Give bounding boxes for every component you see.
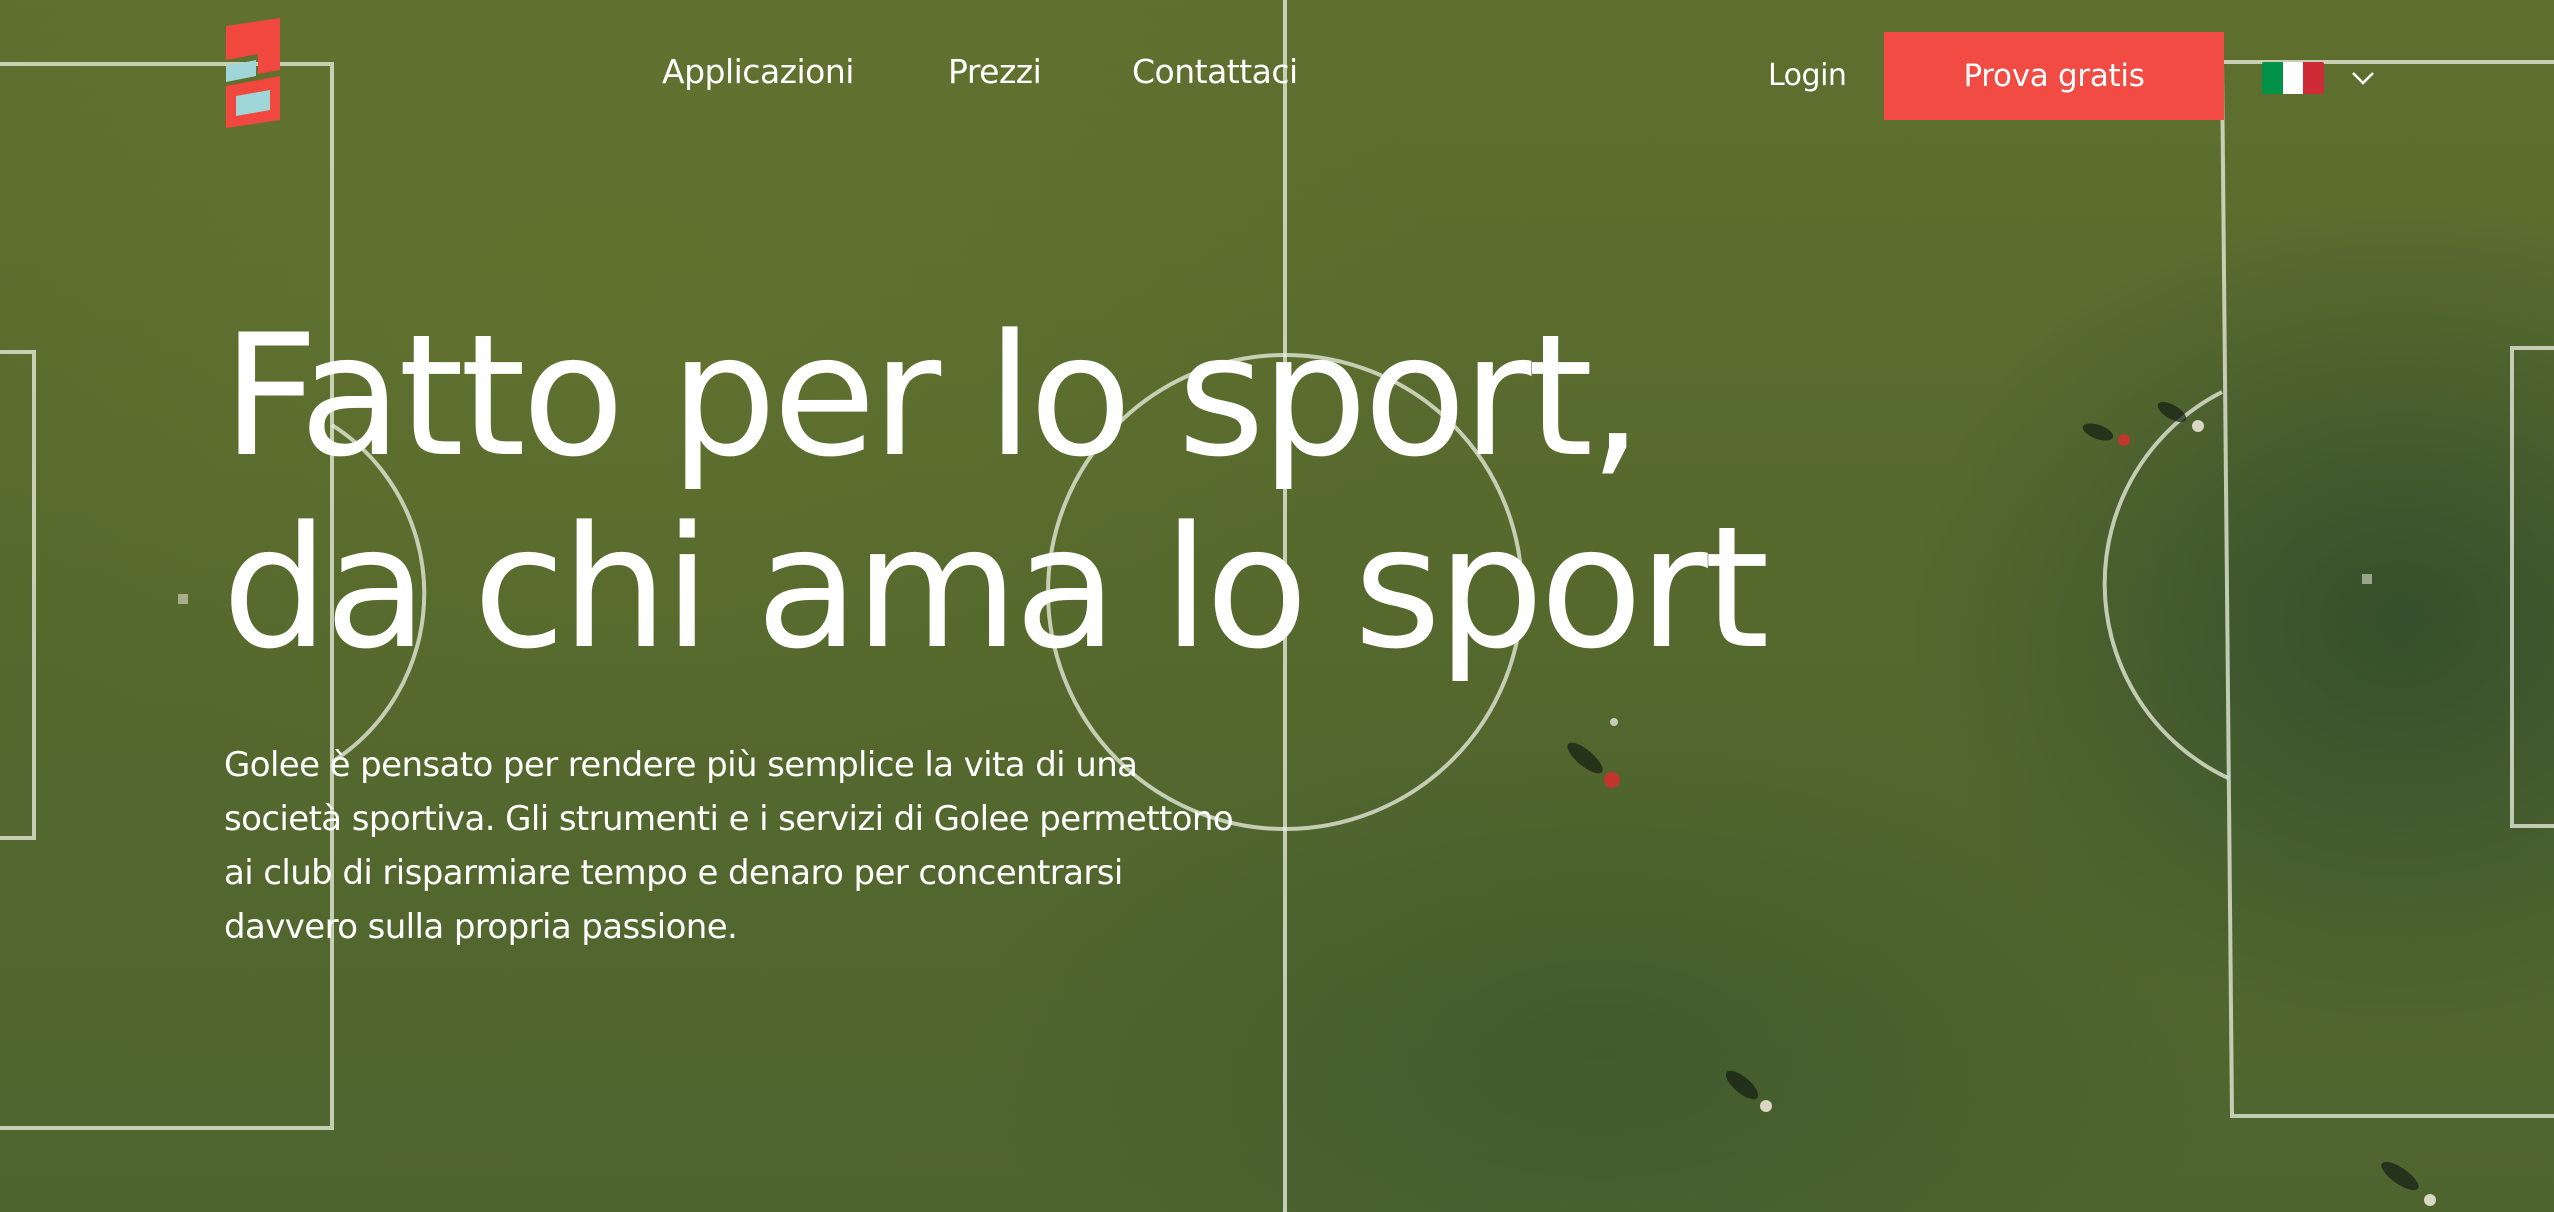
golee-logo-icon[interactable] <box>222 16 284 128</box>
hero-title: Fatto per lo sport, da chi ama lo sport <box>222 298 1770 686</box>
italy-flag-icon <box>2262 62 2324 94</box>
hero-title-line-1: Fatto per lo sport, <box>222 298 1643 494</box>
try-free-button[interactable]: Prova gratis <box>1884 32 2224 120</box>
chevron-down-icon <box>2352 72 2374 85</box>
nav-applicazioni[interactable]: Applicazioni <box>662 52 854 91</box>
language-selector[interactable] <box>2262 62 2376 94</box>
hero-description: Golee è pensato per rendere più semplice… <box>224 745 1234 947</box>
login-link[interactable]: Login <box>1768 58 1847 93</box>
nav-contattaci[interactable]: Contattaci <box>1132 52 1298 91</box>
nav-prezzi[interactable]: Prezzi <box>948 52 1042 91</box>
hero-title-line-2: da chi ama lo sport <box>222 490 1770 686</box>
